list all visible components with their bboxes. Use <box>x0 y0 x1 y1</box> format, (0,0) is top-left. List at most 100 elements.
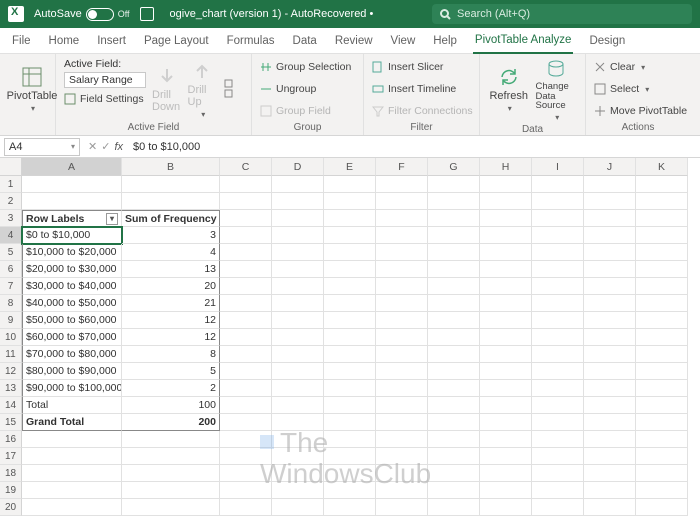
cancel-icon[interactable]: ✕ <box>88 140 97 153</box>
fx-icon[interactable]: fx <box>114 141 123 153</box>
cell[interactable] <box>428 176 480 193</box>
row-header[interactable]: 3 <box>0 210 22 227</box>
save-icon[interactable] <box>140 7 154 21</box>
cell[interactable] <box>428 312 480 329</box>
cell[interactable] <box>480 244 532 261</box>
row-header[interactable]: 19 <box>0 482 22 499</box>
row-header[interactable]: 13 <box>0 380 22 397</box>
cell[interactable] <box>636 176 688 193</box>
cell[interactable] <box>532 363 584 380</box>
cell[interactable] <box>480 210 532 227</box>
cell[interactable] <box>636 346 688 363</box>
cell[interactable] <box>220 380 272 397</box>
cell[interactable] <box>376 363 428 380</box>
cell[interactable] <box>272 397 324 414</box>
row-header[interactable]: 8 <box>0 295 22 312</box>
cell[interactable] <box>376 176 428 193</box>
cell[interactable] <box>272 482 324 499</box>
tab-page-layout[interactable]: Page Layout <box>142 31 211 53</box>
cell[interactable] <box>480 465 532 482</box>
clear-button[interactable]: Clear <box>594 58 687 76</box>
cell[interactable] <box>272 346 324 363</box>
cell[interactable] <box>480 380 532 397</box>
cell[interactable] <box>480 499 532 516</box>
col-header-e[interactable]: E <box>324 158 376 176</box>
cell[interactable] <box>584 499 636 516</box>
cell[interactable] <box>532 414 584 431</box>
cell[interactable] <box>532 227 584 244</box>
cell[interactable] <box>428 499 480 516</box>
cell[interactable] <box>324 244 376 261</box>
row-header[interactable]: 1 <box>0 176 22 193</box>
cell[interactable] <box>636 329 688 346</box>
cell[interactable] <box>220 210 272 227</box>
cell[interactable] <box>220 499 272 516</box>
cell[interactable] <box>376 414 428 431</box>
cell[interactable] <box>122 465 220 482</box>
cell[interactable] <box>584 278 636 295</box>
cell[interactable] <box>220 448 272 465</box>
cell[interactable] <box>22 176 122 193</box>
row-header[interactable]: 12 <box>0 363 22 380</box>
cell[interactable] <box>324 312 376 329</box>
cell[interactable] <box>22 499 122 516</box>
cell[interactable] <box>636 210 688 227</box>
cell[interactable] <box>480 397 532 414</box>
cell[interactable] <box>220 431 272 448</box>
cell[interactable] <box>428 210 480 227</box>
cell[interactable] <box>532 312 584 329</box>
cell[interactable]: 12 <box>122 329 220 346</box>
cell[interactable] <box>272 210 324 227</box>
cell[interactable] <box>324 499 376 516</box>
col-header-b[interactable]: B <box>122 158 220 176</box>
cell[interactable] <box>324 380 376 397</box>
cell[interactable] <box>480 227 532 244</box>
ungroup-button[interactable]: Ungroup <box>260 80 351 98</box>
cell[interactable] <box>272 448 324 465</box>
autosave-toggle[interactable]: AutoSave Off <box>34 8 130 21</box>
cell[interactable]: 21 <box>122 295 220 312</box>
cell[interactable] <box>428 295 480 312</box>
row-header[interactable]: 18 <box>0 465 22 482</box>
cell[interactable] <box>272 363 324 380</box>
spreadsheet-grid[interactable]: A B C D E F G H I J K 123456789101112131… <box>0 158 700 516</box>
cell[interactable] <box>532 397 584 414</box>
cell[interactable] <box>428 244 480 261</box>
tab-view[interactable]: View <box>389 31 418 53</box>
cell[interactable] <box>636 431 688 448</box>
cell[interactable] <box>428 414 480 431</box>
cell[interactable] <box>22 193 122 210</box>
cell[interactable] <box>636 397 688 414</box>
cell[interactable] <box>376 261 428 278</box>
cell[interactable] <box>636 363 688 380</box>
cell[interactable] <box>480 312 532 329</box>
cell[interactable] <box>636 227 688 244</box>
cell[interactable] <box>324 346 376 363</box>
cell[interactable] <box>272 312 324 329</box>
cell[interactable] <box>584 465 636 482</box>
cell[interactable] <box>376 210 428 227</box>
cell[interactable] <box>428 346 480 363</box>
cell[interactable] <box>480 176 532 193</box>
cell[interactable] <box>636 465 688 482</box>
col-header-i[interactable]: I <box>532 158 584 176</box>
cell[interactable] <box>584 448 636 465</box>
col-header-f[interactable]: F <box>376 158 428 176</box>
cell[interactable] <box>22 448 122 465</box>
cell[interactable]: Sum of Frequency <box>122 210 220 227</box>
cell[interactable] <box>532 465 584 482</box>
cell[interactable] <box>220 482 272 499</box>
cell[interactable] <box>428 363 480 380</box>
cell[interactable] <box>376 278 428 295</box>
cell[interactable] <box>272 499 324 516</box>
group-selection-button[interactable]: Group Selection <box>260 58 351 76</box>
cell[interactable] <box>376 227 428 244</box>
cell[interactable] <box>532 278 584 295</box>
change-data-source-button[interactable]: Change Data Source <box>536 58 578 122</box>
cell[interactable] <box>376 244 428 261</box>
cell[interactable] <box>220 346 272 363</box>
cell[interactable] <box>22 482 122 499</box>
row-header[interactable]: 10 <box>0 329 22 346</box>
row-header[interactable]: 9 <box>0 312 22 329</box>
cell[interactable] <box>584 329 636 346</box>
